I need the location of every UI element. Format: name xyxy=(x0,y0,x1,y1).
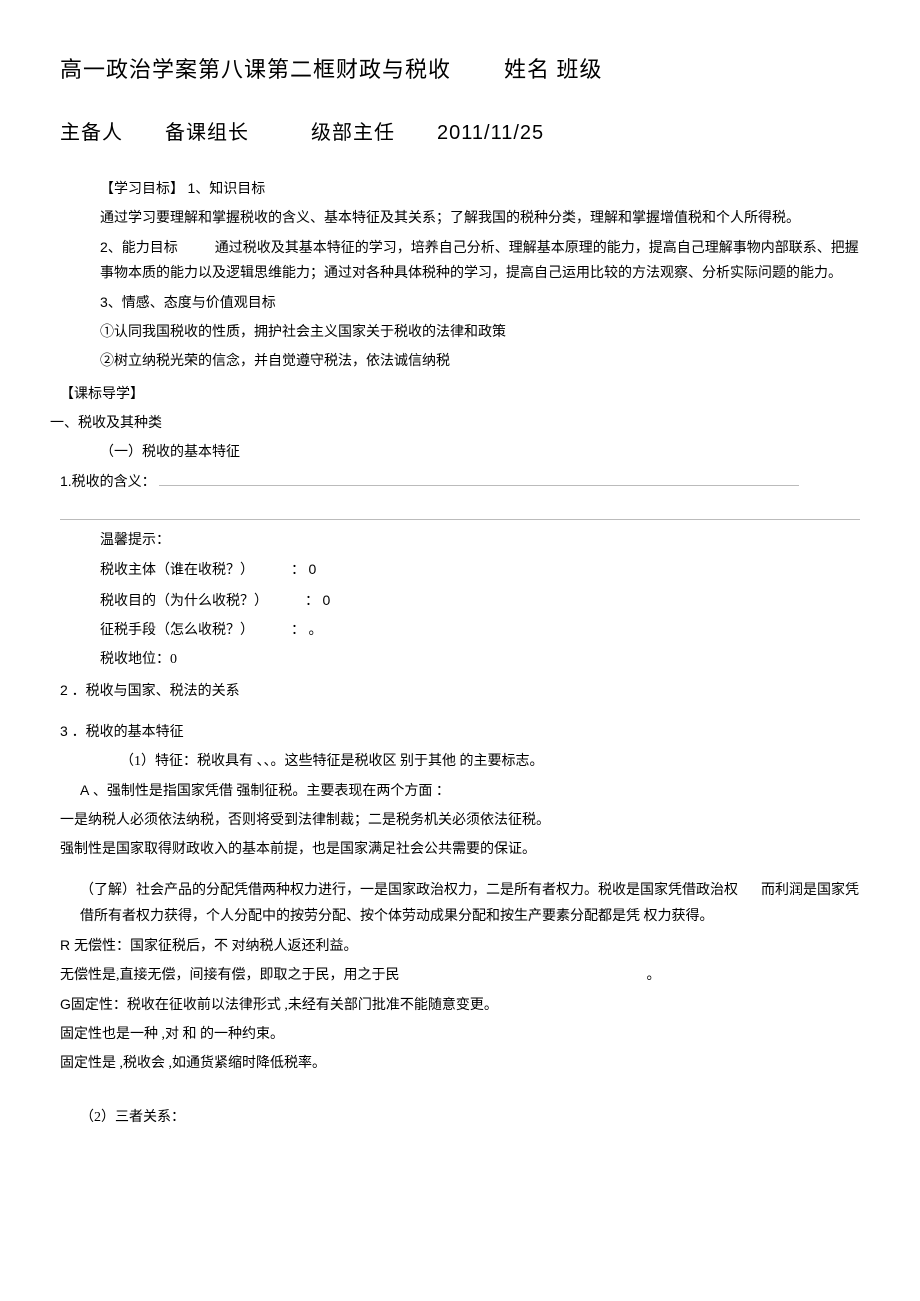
title-name-label: 姓名 xyxy=(504,57,550,82)
goal-3-text-1: ①认同我国税收的性质，拥护社会主义国家关于税收的法律和政策 xyxy=(100,320,860,345)
tip-1-text: 税收主体（谁在收税？） xyxy=(100,563,254,578)
section-1: 一、税收及其种类 xyxy=(50,411,860,436)
item-3-r-line1-text: 无偿性是,直接无偿，间接有偿，即取之于民，用之于民 xyxy=(60,968,400,983)
tips-label: 温馨提示： xyxy=(100,528,860,553)
item-3-a-line2: 强制性是国家取得财政收入的基本前提，也是国家满足社会公共需要的保证。 xyxy=(60,837,860,862)
guide-label: 【课标导学】 xyxy=(60,382,860,407)
tip-4: 税收地位：0 xyxy=(100,647,860,672)
item-2: 2 ．税收与国家、税法的关系 xyxy=(60,678,860,703)
item-3-g-line2: 固定性是 ,税收会 ,如通货紧缩时降低税率。 xyxy=(60,1051,860,1076)
goal-2-number: 2、能力目标 xyxy=(100,239,178,255)
grade-director-label: 级部主任 xyxy=(311,122,395,144)
item-3-note-wrap: （了解）社会产品的分配凭借两种权力进行，一是国家政治权力，二是所有者权力。税收是… xyxy=(80,878,860,928)
item-1-line: 1.税收的含义： xyxy=(60,469,860,495)
item-3-note: （了解）社会产品的分配凭借两种权力进行，一是国家政治权力，二是所有者权力。税收是… xyxy=(80,883,738,898)
tip-3-sep: ： xyxy=(291,623,305,638)
item-3-r-end: 。 xyxy=(647,968,661,983)
preparer-label: 主备人 xyxy=(60,122,123,144)
document-title: 高一政治学案第八课第二框财政与税收 姓名 班级 xyxy=(60,50,860,90)
goal-1-text: 通过学习要理解和掌握税收的含义、基本特征及其关系；了解我国的税种分类，理解和掌握… xyxy=(100,206,860,231)
item-1-label: 1.税收的含义： xyxy=(60,473,156,489)
item-3-a: AA、强制性是指国家凭借 强制征税。主要表现在两个方面 ： 、强制性是指国家凭借… xyxy=(80,778,860,804)
date-text: 2011/11/25 xyxy=(437,122,544,144)
tip-2-text: 税收目的（为什么收税？） xyxy=(100,594,268,609)
goal-1-number: 1、知识目标 xyxy=(188,180,266,196)
item-3: 3 ．税收的基本特征 xyxy=(60,719,860,744)
document-subtitle: 主备人 备课组长 级部主任 2011/11/25 xyxy=(60,115,860,151)
item-3-g: G固定性：税收在征收前以法律形式 ,未经有关部门批准不能随意变更。 xyxy=(60,992,860,1018)
item-3-a-line1: 一是纳税人必须依法纳税，否则将受到法律制裁；二是税务机关必须依法征税。 xyxy=(60,808,860,833)
tip-1-val: 0 xyxy=(309,561,317,577)
tip-1-sep: ： xyxy=(291,563,305,578)
section-1-1: （一）税收的基本特征 xyxy=(100,440,860,465)
goal-3-number: 3、情感、态度与价值观目标 xyxy=(100,290,860,315)
item-3-g-line1: 固定性也是一种 ,对 和 的一种约束。 xyxy=(60,1022,860,1047)
tip-2-sep: ： xyxy=(305,594,319,609)
group-leader-label: 备课组长 xyxy=(165,122,249,144)
tip-1: 税收主体（谁在收税？） ： 0 xyxy=(100,557,860,583)
goal-2-text: 通过税收及其基本特征的学习，培养自己分析、理解基本原理的能力，提高自己理解事物内… xyxy=(100,241,859,281)
tip-3-text: 征税手段（怎么收税？） xyxy=(100,623,254,638)
goals-label: 【学习目标】 xyxy=(100,182,184,197)
tip-3-val: 。 xyxy=(309,623,323,638)
fill-line-full xyxy=(60,500,860,521)
goal-2-line: 2、能力目标 通过税收及其基本特征的学习，培养自己分析、理解基本原理的能力，提高… xyxy=(100,235,860,286)
tip-3: 征税手段（怎么收税？） ： 。 xyxy=(100,618,860,643)
learning-goals-header: 【学习目标】 1、知识目标 xyxy=(100,176,860,202)
tip-2-val: 0 xyxy=(323,592,331,608)
item-3-r-line1: 无偿性是,直接无偿，间接有偿，即取之于民，用之于民 。 xyxy=(60,963,860,988)
goal-3-text-2: ②树立纳税光荣的信念，并自觉遵守税法，依法诚信纳税 xyxy=(100,349,860,374)
title-class-label: 班级 xyxy=(557,57,603,82)
item-3-2: （2）三者关系： xyxy=(80,1105,860,1130)
item-3-1: （1）特征：税收具有 、、。这些特征是税收区 别于其他 的主要标志。 xyxy=(120,749,860,774)
tip-2: 税收目的（为什么收税？） ： 0 xyxy=(100,588,860,614)
title-main: 高一政治学案第八课第二框财政与税收 xyxy=(60,57,451,82)
item-3-r: R 无偿性：国家征税后，不 对纳税人返还利益。 xyxy=(60,933,860,959)
